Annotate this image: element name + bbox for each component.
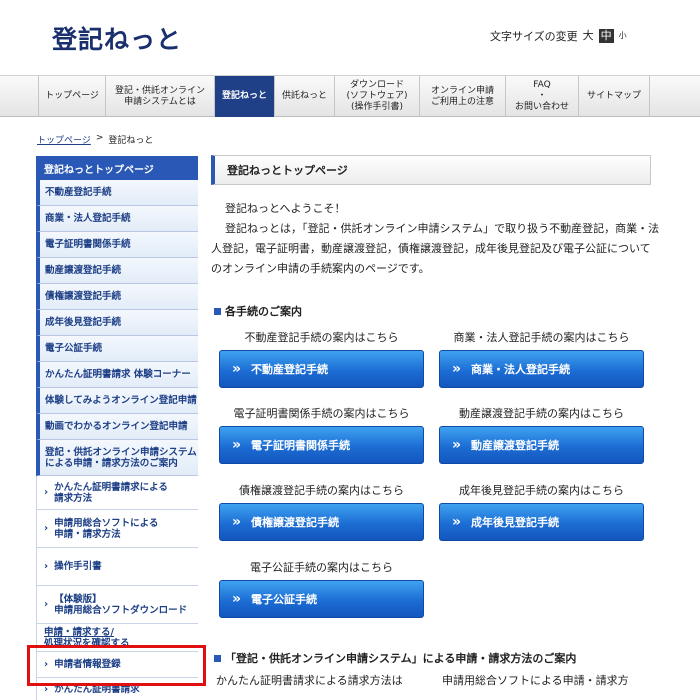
proc-caption: 電子公証手続の案内はこちら bbox=[250, 561, 393, 574]
chevron-right-icon: › bbox=[44, 599, 49, 610]
sidebar-item-kantan-taiken[interactable]: かんたん証明書請求 体験コーナー bbox=[36, 362, 198, 388]
nav-faq[interactable]: FAQ ・ お問い合わせ bbox=[506, 76, 579, 117]
nav-system-about[interactable]: 登記・供託オンライン 申請システムとは bbox=[106, 76, 215, 117]
page-title: 登記ねっとトップページ bbox=[211, 155, 651, 185]
sidebar-item-shogyo[interactable]: 商業・法人登記手続 bbox=[36, 206, 198, 232]
font-size-large-button[interactable]: 大 bbox=[581, 29, 596, 43]
button-label: 債権譲渡登記手続 bbox=[251, 516, 340, 529]
double-chevron-icon: » bbox=[452, 361, 461, 377]
nav-top[interactable]: トップページ bbox=[38, 76, 106, 117]
chevron-right-icon: › bbox=[44, 523, 49, 534]
font-size-medium-button[interactable]: 中 bbox=[598, 29, 614, 43]
button-label: 動産譲渡登記手続 bbox=[471, 439, 560, 452]
chevron-right-icon: › bbox=[44, 487, 49, 498]
sidebar-sub-label: かんたん証明書請求による 請求方法 bbox=[54, 481, 168, 504]
sidebar-sub-label: 操作手引書 bbox=[54, 561, 102, 572]
fudosan-procedure-button[interactable]: » 不動産登記手続 bbox=[219, 350, 424, 388]
sidebar-sub-manual[interactable]: › 操作手引書 bbox=[36, 548, 198, 586]
global-nav: トップページ 登記・供託オンライン 申請システムとは 登記ねっと 供託ねっと ダ… bbox=[0, 75, 700, 117]
section-heading-procedures: 各手続のご案内 bbox=[214, 303, 302, 319]
breadcrumb-home-link[interactable]: トップページ bbox=[37, 133, 91, 146]
saiken-procedure-button[interactable]: » 債権譲渡登記手続 bbox=[219, 503, 424, 541]
sidebar: 登記ねっとトップページ 不動産登記手続 商業・法人登記手続 電子証明書関係手続 … bbox=[36, 156, 198, 700]
square-bullet-icon bbox=[214, 307, 221, 315]
button-label: 商業・法人登記手続 bbox=[471, 363, 571, 376]
double-chevron-icon: » bbox=[232, 591, 241, 607]
button-label: 不動産登記手続 bbox=[251, 363, 329, 376]
section-heading-text: 各手続のご案内 bbox=[225, 305, 302, 318]
intro-paragraph: 登記ねっとは，「登記・供託オンライン申請システム」で取り扱う不動産登記，商業・法… bbox=[211, 222, 660, 275]
button-label: 電子公証手続 bbox=[251, 593, 318, 606]
proc-caption: 商業・法人登記手続の案内はこちら bbox=[453, 331, 630, 344]
sidebar-sub-label: 申請用総合ソフトによる 申請・請求方法 bbox=[54, 517, 159, 540]
sidebar-item-denshi-kosho[interactable]: 電子公証手続 bbox=[36, 336, 198, 362]
nav-online-notes[interactable]: オンライン申請 ご利用上の注意 bbox=[420, 76, 506, 117]
shogyo-procedure-button[interactable]: » 商業・法人登記手続 bbox=[439, 350, 644, 388]
sidebar-sub-label: かんたん証明書請求 bbox=[54, 684, 140, 695]
font-size-small-button[interactable]: 小 bbox=[617, 29, 629, 43]
intro-text: 登記ねっとへようこそ！ 登記ねっとは，「登記・供託オンライン申請システム」で取り… bbox=[211, 199, 661, 279]
chevron-right-icon: › bbox=[44, 561, 49, 572]
proc-caption: 動産譲渡登記手続の案内はこちら bbox=[459, 407, 624, 420]
nav-touki-net[interactable]: 登記ねっと bbox=[215, 76, 275, 117]
nav-kyotaku-net[interactable]: 供託ねっと bbox=[275, 76, 335, 117]
proc-caption: 成年後見登記手続の案内はこちら bbox=[459, 484, 624, 497]
double-chevron-icon: » bbox=[232, 437, 241, 453]
sidebar-sub-kantan[interactable]: › かんたん証明書請求による 請求方法 bbox=[36, 476, 198, 510]
denshi-shomeisho-procedure-button[interactable]: » 電子証明書関係手続 bbox=[219, 426, 424, 464]
proc-caption: 不動産登記手続の案内はこちら bbox=[244, 331, 399, 344]
dosan-procedure-button[interactable]: » 動産譲渡登記手続 bbox=[439, 426, 644, 464]
sidebar-item-video[interactable]: 動画でわかるオンライン登記申請 bbox=[36, 414, 198, 440]
bottom-left-text: かんたん証明書請求による請求方法は bbox=[216, 674, 403, 687]
double-chevron-icon: » bbox=[452, 514, 461, 530]
square-bullet-icon bbox=[214, 654, 221, 662]
sidebar-sub-label: 【体験版】 申請用総合ソフトダウンロード bbox=[54, 593, 188, 616]
sidebar-item-guide[interactable]: 登記・供託オンライン申請システム による申請・請求方法のご案内 bbox=[36, 440, 198, 476]
proc-caption: 電子証明書関係手続の案内はこちら bbox=[233, 407, 410, 420]
sidebar-sub-label: 申請者情報登録 bbox=[54, 659, 121, 670]
section-heading-apply-guide: 「登記・供託オンライン申請システム」による申請・請求方法のご案内 bbox=[214, 650, 576, 666]
font-size-switcher: 文字サイズの変更 大 中 小 bbox=[490, 28, 629, 44]
button-label: 電子証明書関係手続 bbox=[251, 439, 351, 452]
bottom-right-text: 申請用総合ソフトによる申請・請求方 bbox=[442, 674, 629, 687]
sidebar-item-saiken[interactable]: 債権譲渡登記手続 bbox=[36, 284, 198, 310]
sidebar-item-seinen-koken[interactable]: 成年後見登記手続 bbox=[36, 310, 198, 336]
double-chevron-icon: » bbox=[232, 361, 241, 377]
sidebar-item-taiken-online[interactable]: 体験してみようオンライン登記申請 bbox=[36, 388, 198, 414]
site-logo[interactable]: 登記ねっと bbox=[52, 20, 182, 56]
sidebar-item-denshi-shomeisho[interactable]: 電子証明書関係手続 bbox=[36, 232, 198, 258]
sidebar-head[interactable]: 登記ねっとトップページ bbox=[36, 156, 198, 180]
chevron-right-icon: › bbox=[44, 684, 49, 695]
sidebar-item-apply-status[interactable]: 申請・請求する/ 処理状況を確認する bbox=[36, 624, 198, 652]
sidebar-item-fudosan[interactable]: 不動産登記手続 bbox=[36, 180, 198, 206]
section-heading-text: 「登記・供託オンライン申請システム」による申請・請求方法のご案内 bbox=[225, 652, 577, 665]
denshi-kosho-procedure-button[interactable]: » 電子公証手続 bbox=[219, 580, 424, 618]
sidebar-sub-kantan-request[interactable]: › かんたん証明書請求 bbox=[36, 678, 198, 700]
font-size-label: 文字サイズの変更 bbox=[490, 30, 578, 43]
breadcrumb: トップページ > 登記ねっと bbox=[37, 133, 153, 146]
sidebar-sub-sogo-soft[interactable]: › 申請用総合ソフトによる 申請・請求方法 bbox=[36, 510, 198, 548]
sidebar-sub-trial-download[interactable]: › 【体験版】 申請用総合ソフトダウンロード bbox=[36, 586, 198, 624]
button-label: 成年後見登記手続 bbox=[471, 516, 560, 529]
double-chevron-icon: » bbox=[232, 514, 241, 530]
nav-sitemap[interactable]: サイトマップ bbox=[579, 76, 650, 117]
double-chevron-icon: » bbox=[452, 437, 461, 453]
breadcrumb-separator: > bbox=[95, 133, 104, 143]
breadcrumb-current: 登記ねっと bbox=[108, 136, 154, 146]
chevron-right-icon: › bbox=[44, 659, 49, 670]
sidebar-item-dosan[interactable]: 動産譲渡登記手続 bbox=[36, 258, 198, 284]
seinen-koken-procedure-button[interactable]: » 成年後見登記手続 bbox=[439, 503, 644, 541]
sidebar-sub-applicant-registration[interactable]: › 申請者情報登録 bbox=[36, 652, 198, 678]
welcome-text: 登記ねっとへようこそ！ bbox=[225, 202, 346, 215]
proc-caption: 債権譲渡登記手続の案内はこちら bbox=[239, 484, 404, 497]
nav-download[interactable]: ダウンロード (ソフトウェア) (操作手引書) bbox=[335, 76, 420, 117]
